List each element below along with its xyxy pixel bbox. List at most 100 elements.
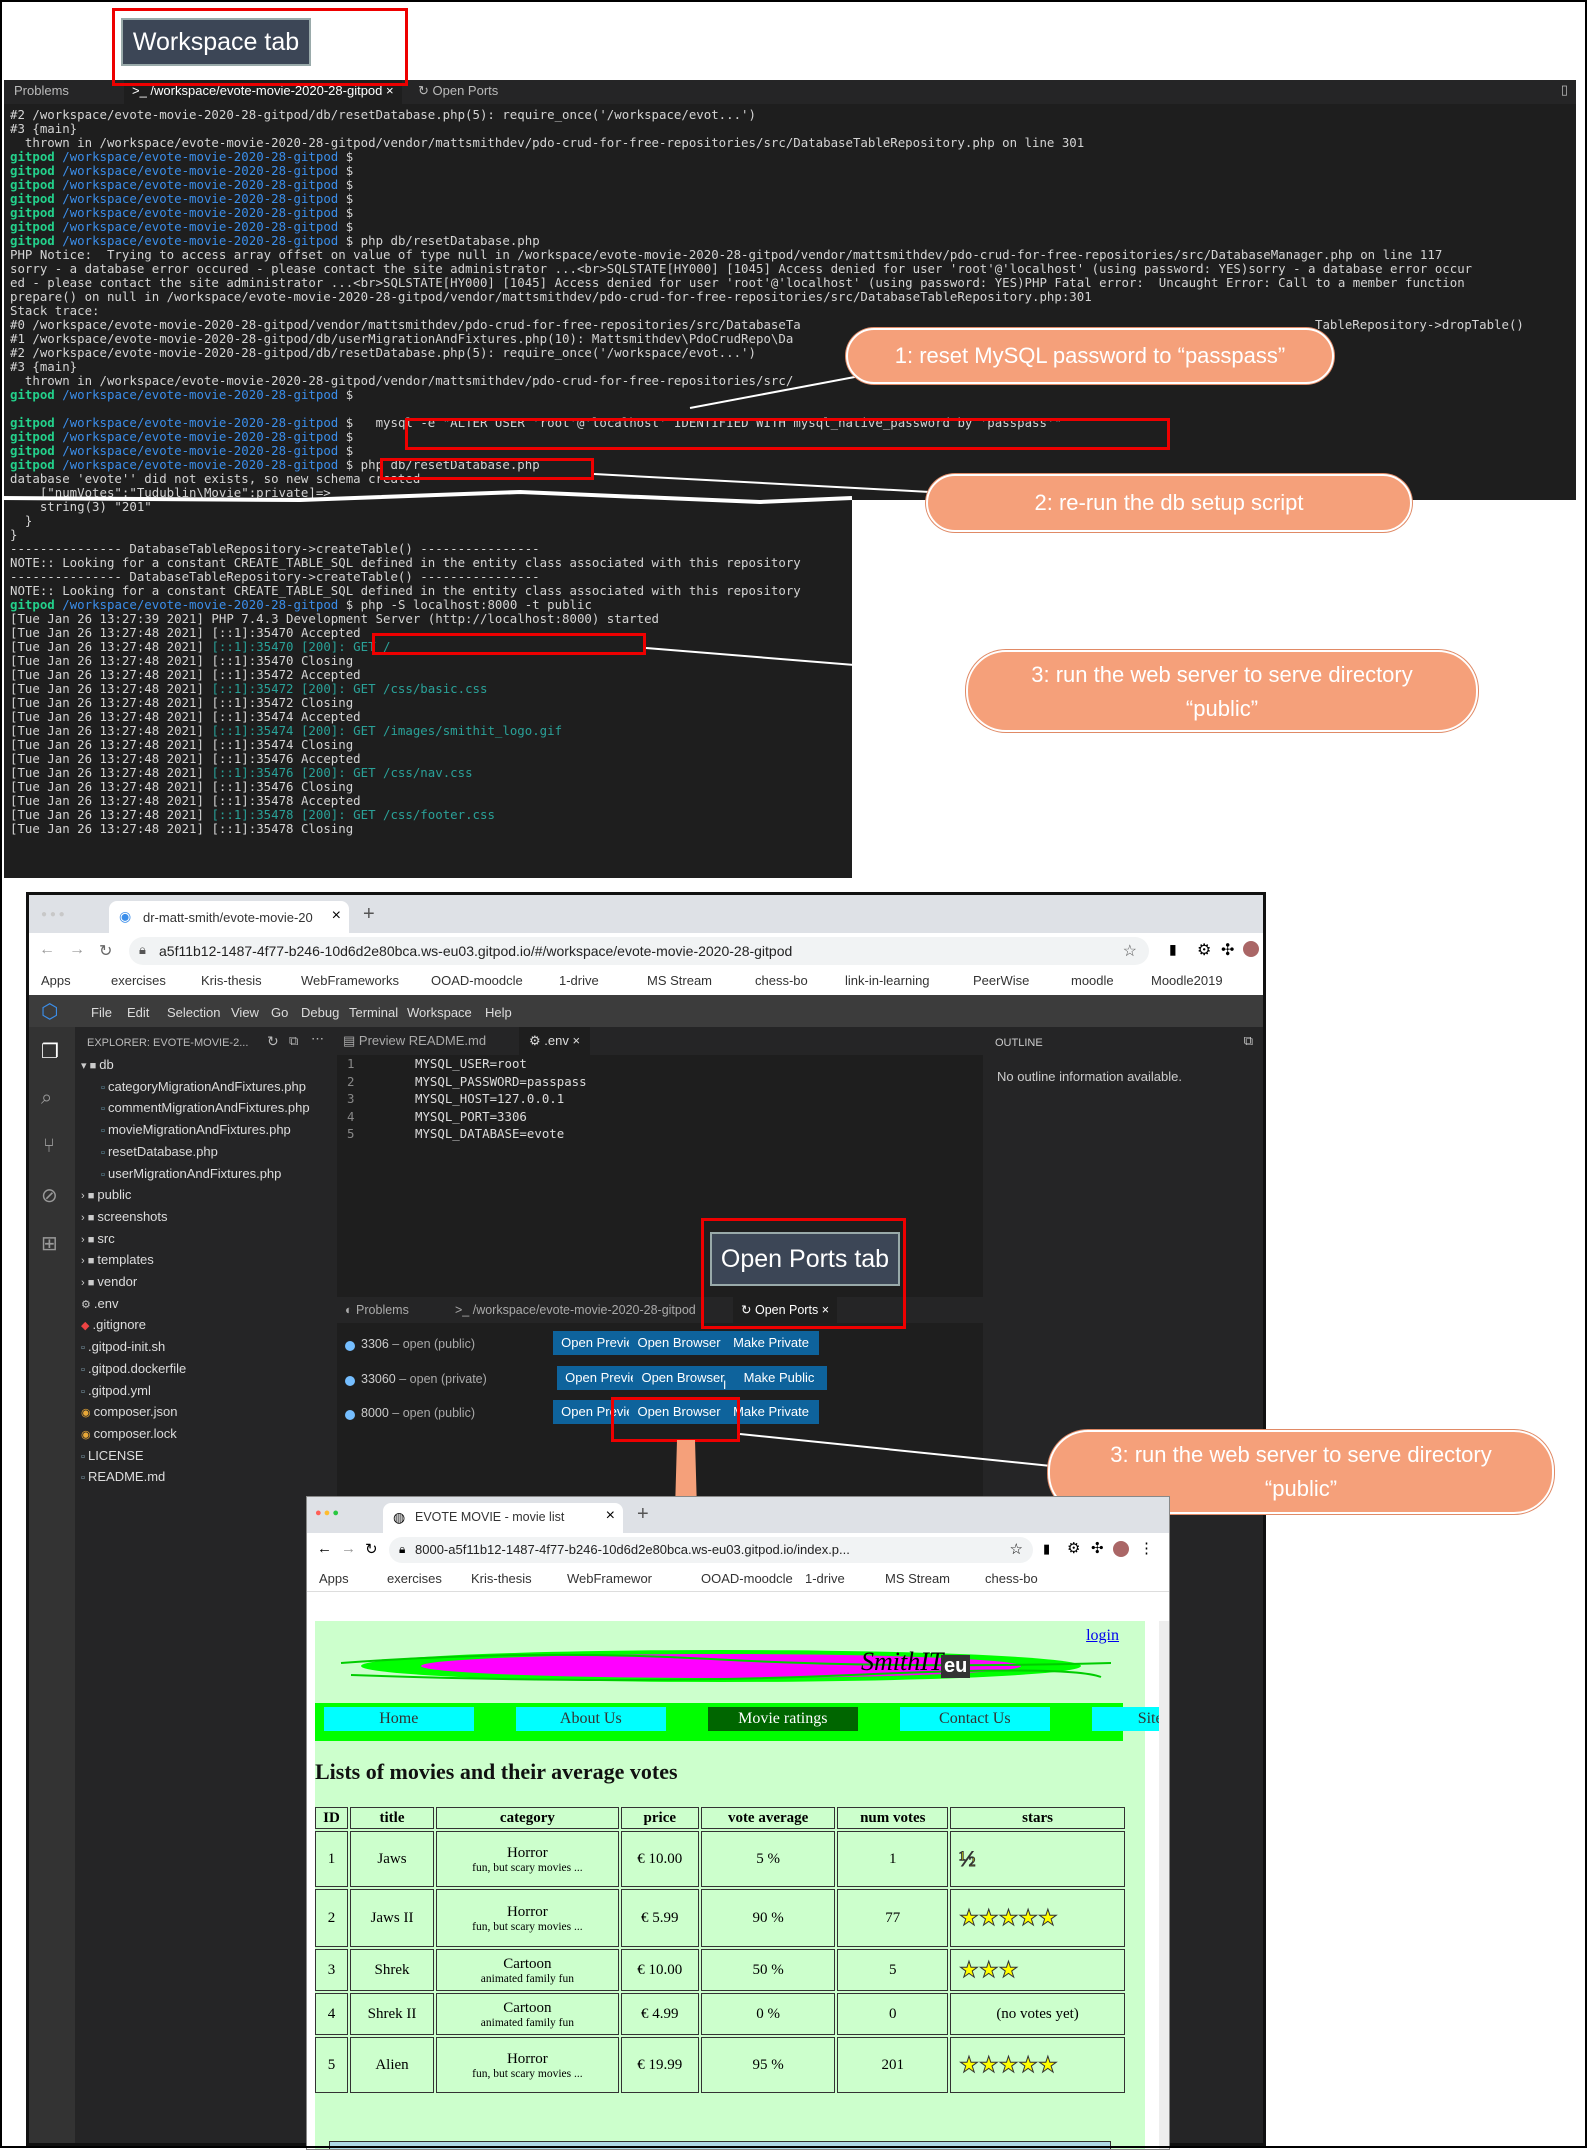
window-controls[interactable]: ● ● ● [41,909,65,920]
extension-icon[interactable]: ▮ [1043,1541,1050,1557]
tab-preview-readme[interactable]: ▤ Preview README.md [343,1033,486,1049]
bookmark-item[interactable]: chess-bo [985,1571,1038,1586]
address-bar[interactable]: 🔒︎ a5f11b12-1487-4f77-b246-10d6d2e80bca.… [129,937,1149,965]
close-icon[interactable]: × [606,1507,615,1525]
tree-item[interactable]: ▾ ■ db [81,1057,114,1072]
back-icon[interactable]: ← [317,1540,332,1557]
menu-item[interactable]: View [231,1005,259,1020]
tree-item-label: .gitpod-init.sh [87,1339,166,1355]
bookmark-item[interactable]: link-in-learning [845,973,930,988]
puzzle-icon[interactable]: ✣ [1091,1539,1104,1557]
tab-env[interactable]: ⚙ .env × [519,1027,591,1055]
tree-item[interactable]: › ■ public [81,1187,131,1202]
bookmark-item[interactable]: OOAD-moodcle [701,1571,793,1586]
bookmark-star-icon[interactable]: ☆ [1010,1540,1023,1558]
collapse-icon[interactable]: ⧉ [289,1033,298,1049]
menu-item[interactable]: Help [485,1005,512,1020]
bookmark-item[interactable]: 1-drive [805,1571,845,1586]
tree-item[interactable]: ◆ .gitignore [81,1317,146,1332]
bookmark-item[interactable]: exercises [387,1571,442,1586]
close-icon[interactable]: × [572,1033,580,1048]
puzzle-icon[interactable]: ✣ [1221,940,1234,960]
bookmark-item[interactable]: Kris-thesis [471,1571,532,1586]
tab-problems[interactable]: ◐ Problems [345,1303,409,1317]
browser-tab[interactable]: ◉ dr-matt-smith/evote-movie-20 × [109,901,349,933]
avatar[interactable] [1243,941,1259,957]
open-browser-button[interactable]: Open Browser [629,1331,729,1355]
reload-icon[interactable]: ↻ [99,941,112,961]
column-header: title [349,1807,435,1829]
tree-item[interactable]: › ■ src [81,1231,115,1246]
bookmark-item[interactable]: Moodle2019 [1151,973,1223,988]
refresh-icon[interactable]: ↻ [267,1033,279,1050]
tree-item[interactable]: ▫ .gitpod.dockerfile [81,1361,186,1376]
menu-item[interactable]: Selection [167,1005,220,1020]
back-icon[interactable]: ← [39,941,55,959]
nav-home[interactable]: Home [323,1707,474,1731]
bookmark-item[interactable]: PeerWise [973,973,1029,988]
bookmark-item[interactable]: Kris-thesis [201,973,262,988]
files-icon[interactable]: ❐ [41,1039,59,1064]
make-private-button[interactable]: Make Private [723,1331,819,1355]
bookmark-item[interactable]: WebFrameworks [301,973,399,988]
tree-item[interactable]: › ■ templates [81,1252,154,1267]
bookmark-item[interactable]: 1-drive [559,973,599,988]
new-tab-icon[interactable]: + [363,903,375,926]
preview-tab[interactable]: ◍ EVOTE MOVIE - movie list × [383,1503,623,1533]
search-icon[interactable]: ⌕ [41,1087,52,1110]
tree-item[interactable]: ▫ movieMigrationAndFixtures.php [101,1122,291,1137]
forward-icon[interactable]: → [341,1540,356,1557]
nav-contact-us[interactable]: Contact Us [899,1707,1050,1731]
bookmark-item[interactable]: MS Stream [885,1571,950,1586]
bookmark-item[interactable]: MS Stream [647,973,712,988]
extensions-icon[interactable]: ⊞ [41,1231,58,1256]
tab-problems-label: Problems [356,1303,409,1317]
scrollbar[interactable] [1159,1621,1169,2149]
bookmark-star-icon[interactable]: ☆ [1123,941,1137,961]
source-control-icon[interactable]: ⑂ [43,1135,55,1158]
tree-item[interactable]: ▫ .gitpod-init.sh [81,1339,165,1354]
tree-item[interactable]: ▫ resetDatabase.php [101,1144,218,1159]
menu-item[interactable]: File [91,1005,112,1020]
tree-item[interactable]: › ■ screenshots [81,1209,168,1224]
tree-item[interactable]: › ■ vendor [81,1274,137,1289]
nav-about-us[interactable]: About Us [515,1707,666,1731]
window-controls[interactable]: ●●● [315,1507,341,1519]
bookmark-item[interactable]: Apps [41,973,71,988]
menu-item[interactable]: Go [271,1005,288,1020]
table-row: 2 Jaws II Horror fun, but scary movies ... €… [315,1889,1125,1947]
avatar[interactable] [1113,1541,1129,1557]
category-name: Horror [506,1903,548,1920]
tree-item[interactable]: ⚙ .env [81,1296,119,1311]
close-icon[interactable]: × [332,907,341,925]
tab-terminal[interactable]: >_ /workspace/evote-movie-2020-28-gitpod [455,1303,707,1317]
menu-item[interactable]: Workspace [407,1005,472,1020]
debug-icon[interactable]: ⊘ [41,1183,58,1208]
column-header: price [620,1807,699,1829]
tree-item[interactable]: ▫ categoryMigrationAndFixtures.php [101,1079,306,1094]
bookmark-item[interactable]: moodle [1071,973,1114,988]
gear-icon[interactable]: ⚙ [1197,940,1211,960]
gear-icon[interactable]: ⚙ [1067,1539,1080,1557]
menu-item[interactable]: Terminal [349,1005,398,1020]
menu-item[interactable]: Edit [127,1005,149,1020]
tree-item[interactable]: ▫ commentMigrationAndFixtures.php [101,1100,310,1115]
bookmark-item[interactable]: exercises [111,973,166,988]
extension-icon[interactable]: ▮ [1169,941,1177,958]
bookmark-item[interactable]: OOAD-moodcle [431,973,523,988]
more-icon[interactable]: ⋯ [311,1031,324,1047]
preview-address-bar[interactable]: 🔒︎ 8000-a5f11b12-1487-4f77-b246-10d6d2e8… [389,1537,1033,1563]
bookmark-item[interactable]: WebFramewor [567,1571,652,1586]
category-description: fun, but scary movies ... [472,1920,583,1933]
more-icon[interactable]: ⋮ [1139,1539,1154,1557]
nav-movie-ratings[interactable]: Movie ratings [707,1707,858,1731]
menu-item[interactable]: Debug [301,1005,339,1020]
reload-icon[interactable]: ↻ [365,1540,378,1558]
collapse-icon[interactable]: ⧉ [1244,1033,1253,1049]
cell-votes: 0 [837,1993,949,2035]
bookmark-item[interactable]: Apps [319,1571,349,1586]
tree-item[interactable]: ▫ userMigrationAndFixtures.php [101,1166,281,1181]
forward-icon[interactable]: → [69,941,85,959]
new-tab-icon[interactable]: + [637,1503,649,1526]
bookmark-item[interactable]: chess-bo [755,973,808,988]
